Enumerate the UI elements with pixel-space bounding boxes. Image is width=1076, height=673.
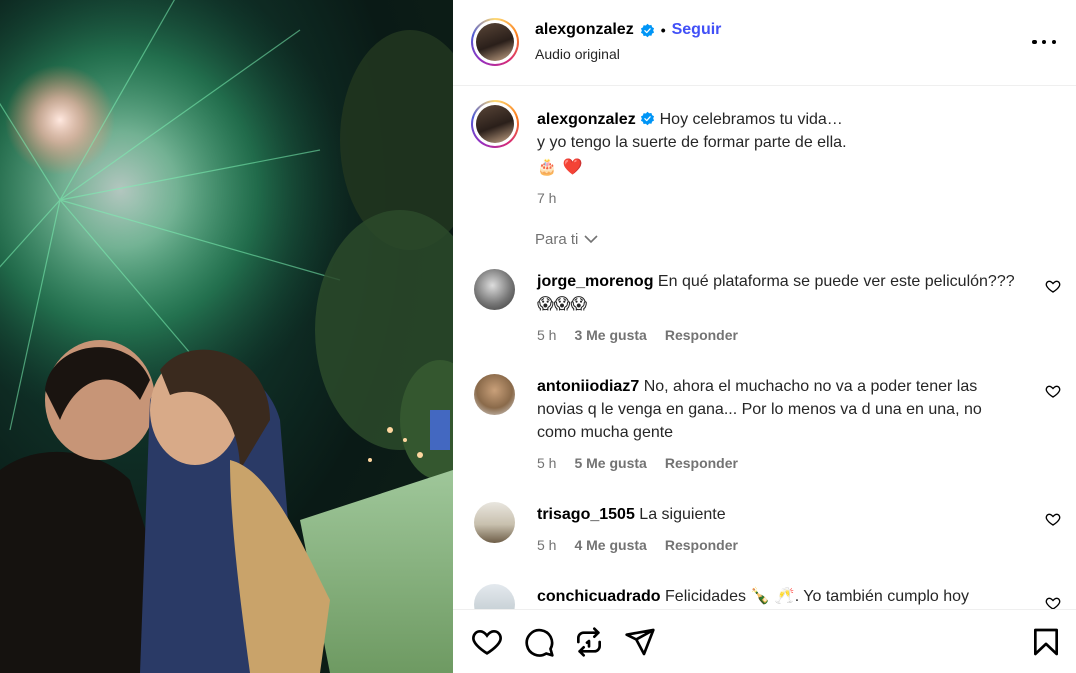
fireworks-photo <box>0 0 453 673</box>
comment-likes[interactable]: 3 Me gusta <box>574 324 646 347</box>
comment-text: Felicidades 🍾 🥂. Yo también cumplo hoy <box>665 588 970 605</box>
comment-likes[interactable]: 4 Me gusta <box>574 534 646 557</box>
bookmark-icon[interactable] <box>1030 626 1062 658</box>
send-icon[interactable] <box>624 626 656 658</box>
cake-emoji: 🎂 <box>537 159 557 176</box>
repost-icon[interactable] <box>573 626 605 658</box>
post-side-panel: alexgonzalez • Seguir Audio original ale… <box>453 0 1076 673</box>
follow-button[interactable]: Seguir <box>672 21 722 39</box>
heart-icon[interactable] <box>471 626 503 658</box>
commenter-avatar[interactable] <box>474 374 515 415</box>
reply-button[interactable]: Responder <box>665 534 738 557</box>
comment-username[interactable]: trisago_1505 <box>537 506 635 523</box>
comment-username[interactable]: antoniiodiaz7 <box>537 378 639 395</box>
commenter-avatar[interactable] <box>474 502 515 543</box>
caption-username[interactable]: alexgonzalez <box>537 111 636 128</box>
comment-likes[interactable]: 5 Me gusta <box>574 452 646 475</box>
comment-text: La siguiente <box>639 506 726 523</box>
comment-icon[interactable] <box>523 626 555 658</box>
like-comment-heart-icon[interactable] <box>1045 383 1061 399</box>
post-media[interactable] <box>0 0 453 673</box>
caption-line-2: y yo tengo la suerte de formar parte de … <box>537 134 847 151</box>
like-comment-heart-icon[interactable] <box>1045 511 1061 527</box>
verified-badge-icon <box>640 23 654 37</box>
author-avatar[interactable] <box>471 18 519 66</box>
post-header: alexgonzalez • Seguir Audio original <box>453 0 1076 86</box>
comment-time[interactable]: 5 h <box>537 452 556 475</box>
comment-username[interactable]: conchicuadrado <box>537 588 661 605</box>
separator-dot: • <box>660 22 666 38</box>
audio-label[interactable]: Audio original <box>535 46 620 62</box>
comment-time[interactable]: 5 h <box>537 534 556 557</box>
caption-line-1: Hoy celebramos tu vida… <box>659 111 843 128</box>
post-actions-bar <box>453 609 1076 673</box>
like-comment-heart-icon[interactable] <box>1045 278 1061 294</box>
post-timestamp[interactable]: 7 h <box>537 187 1057 210</box>
comments-filter-label: Para ti <box>535 231 579 248</box>
heart-emoji: ❤️ <box>562 159 583 176</box>
reply-button[interactable]: Responder <box>665 452 738 475</box>
author-username[interactable]: alexgonzalez <box>535 21 634 39</box>
reply-button[interactable]: Responder <box>665 324 738 347</box>
more-options-icon[interactable] <box>1032 30 1056 54</box>
commenter-avatar[interactable] <box>474 269 515 310</box>
caption-avatar[interactable] <box>471 100 519 148</box>
chevron-down-icon <box>584 235 598 244</box>
comment-username[interactable]: jorge_morenog <box>537 273 653 290</box>
comments-filter-dropdown[interactable]: Para ti <box>535 231 598 248</box>
comment-time[interactable]: 5 h <box>537 324 556 347</box>
verified-badge-icon <box>641 111 655 126</box>
